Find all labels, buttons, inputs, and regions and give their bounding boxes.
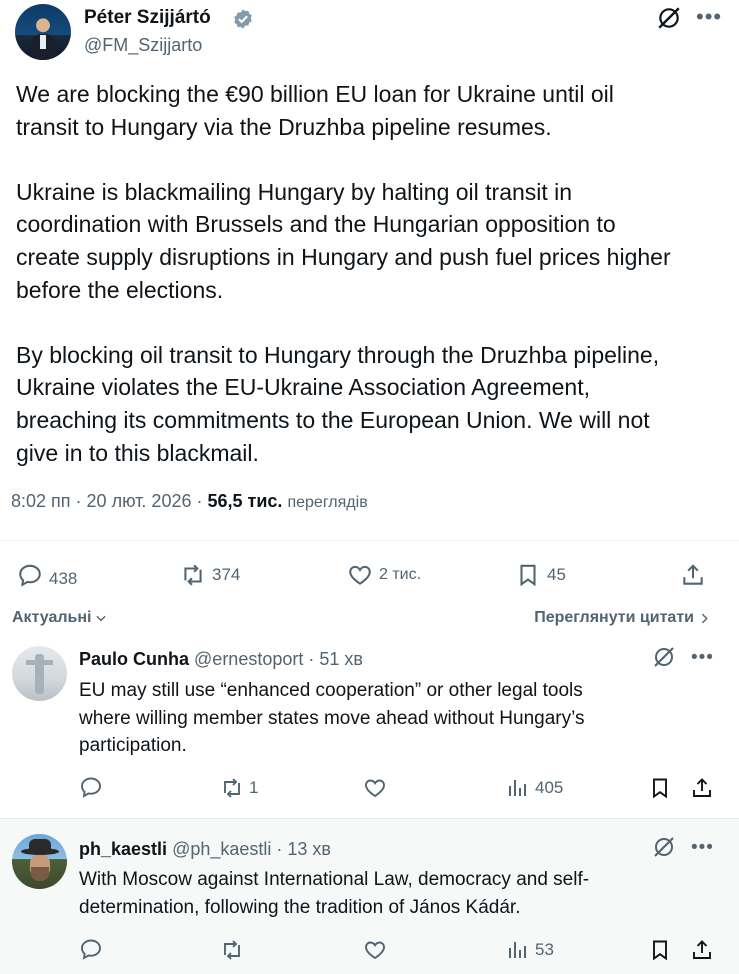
repost-button[interactable]: 374 [180, 562, 240, 588]
reply-item[interactable]: ph_kaestli @ph_kaestli · 13 хв ••• With … [0, 819, 739, 974]
avatar-shirt [40, 35, 46, 49]
reply-icon[interactable] [79, 937, 103, 961]
tweet-meta: 8:02 пп · 20 лют. 2026 · 56,5 тис. перег… [11, 491, 368, 511]
reply-age[interactable]: 13 хв [287, 839, 331, 859]
reply-avatar[interactable] [12, 646, 67, 701]
repost-icon [224, 778, 240, 798]
bookmark-icon[interactable] [648, 776, 672, 800]
sort-relevant-dropdown[interactable]: Актуальні [12, 609, 108, 627]
share-icon[interactable] [680, 562, 706, 588]
repost-button[interactable]: 1 [220, 776, 258, 800]
bookmark-icon[interactable] [648, 938, 672, 962]
view-quotes-link[interactable]: Переглянути цитати [534, 609, 711, 627]
author-avatar[interactable] [15, 4, 71, 60]
view-quotes-label: Переглянути цитати [534, 609, 694, 626]
reply-author-name[interactable]: Paulo Cunha [79, 649, 189, 669]
repost-icon [224, 940, 240, 960]
bookmark-count: 45 [547, 565, 566, 584]
repost-count: 374 [212, 565, 241, 584]
reply-icon[interactable] [79, 775, 103, 799]
tweet-date[interactable]: 20 лют. 2026 [87, 491, 192, 511]
repost-button[interactable] [220, 938, 249, 962]
tweet-text: We are blocking the €90 billion EU loan … [16, 81, 671, 466]
views-icon [509, 780, 526, 796]
author-name[interactable]: Péter Szijjártó [84, 7, 211, 29]
views-count: 405 [535, 778, 564, 797]
verified-badge-icon [234, 9, 252, 29]
reply-author-name[interactable]: ph_kaestli [79, 839, 167, 859]
more-icon[interactable]: ••• [696, 6, 722, 28]
chevron-down-icon [95, 615, 106, 622]
like-icon [349, 565, 371, 585]
reply-text: EU may still use “enhanced cooperation” … [79, 680, 585, 756]
like-icon[interactable] [363, 776, 387, 800]
more-icon[interactable]: ••• [691, 648, 714, 667]
bookmark-button[interactable]: 45 [515, 562, 566, 588]
repost-icon [184, 564, 202, 586]
grok-icon[interactable] [652, 645, 676, 669]
views-button[interactable]: 405 [506, 776, 563, 800]
reply-header: ph_kaestli @ph_kaestli · 13 хв [79, 839, 331, 859]
reply-item[interactable]: Paulo Cunha @ernestoport · 51 хв ••• EU … [0, 636, 739, 818]
chevron-right-icon [701, 613, 708, 623]
reply-avatar[interactable] [12, 834, 67, 889]
grok-icon[interactable] [652, 835, 676, 859]
reply-icon [19, 564, 41, 587]
like-count: 2 тис. [379, 566, 422, 583]
reply-header: Paulo Cunha @ernestoport · 51 хв [79, 649, 363, 669]
like-icon[interactable] [363, 938, 387, 962]
repost-count: 1 [249, 778, 259, 797]
author-handle[interactable]: @FM_Szijjarto [84, 35, 202, 56]
bookmark-icon [520, 564, 536, 587]
reply-text: With Moscow against International Law, d… [79, 869, 590, 918]
reply-button[interactable]: 438 [17, 561, 77, 589]
tweet-views-count: 56,5 тис. [207, 491, 283, 511]
tweet-views-label: переглядів [287, 494, 368, 511]
views-button[interactable]: 53 [506, 938, 554, 962]
views-count: 53 [535, 940, 554, 959]
reply-age[interactable]: 51 хв [319, 649, 363, 669]
like-button[interactable]: 2 тис. [347, 562, 421, 588]
reply-author-handle[interactable]: @ph_kaestli [172, 839, 271, 859]
grok-icon[interactable] [656, 5, 682, 31]
reply-count: 438 [49, 569, 78, 588]
sort-label: Актуальні [12, 609, 92, 626]
share-icon[interactable] [690, 776, 714, 800]
views-icon [509, 942, 526, 958]
reply-author-handle[interactable]: @ernestoport [194, 649, 303, 669]
more-icon[interactable]: ••• [691, 838, 714, 857]
tweet-time[interactable]: 8:02 пп [11, 491, 71, 511]
share-icon[interactable] [690, 938, 714, 962]
divider [0, 540, 739, 541]
